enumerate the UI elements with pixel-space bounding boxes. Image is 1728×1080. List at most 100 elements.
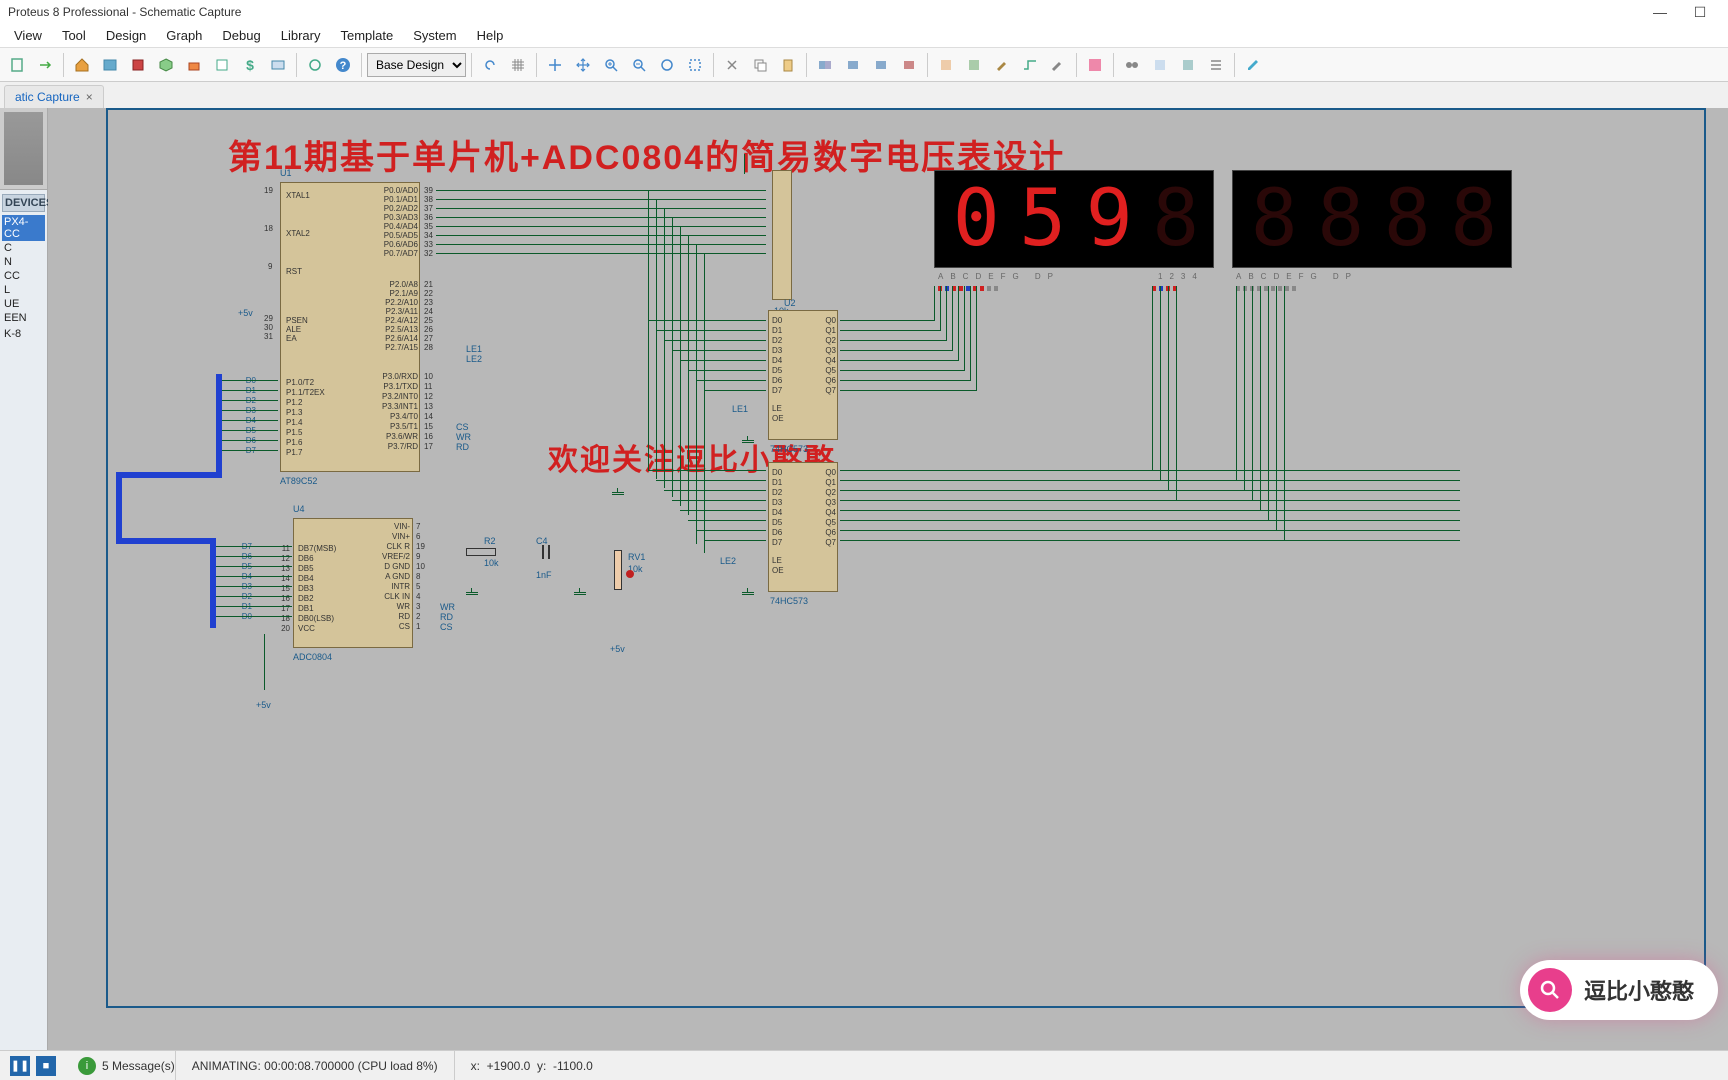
- menu-graph[interactable]: Graph: [156, 28, 212, 43]
- tool-button[interactable]: [1045, 52, 1071, 78]
- undo-button[interactable]: [477, 52, 503, 78]
- device-selected[interactable]: PX4-CC: [2, 215, 45, 241]
- wire: [696, 244, 697, 544]
- schematic-button[interactable]: [97, 52, 123, 78]
- grid-button[interactable]: [505, 52, 531, 78]
- menu-debug[interactable]: Debug: [212, 28, 270, 43]
- zoomin-button[interactable]: [598, 52, 624, 78]
- copy-button[interactable]: [747, 52, 773, 78]
- menu-tool[interactable]: Tool: [52, 28, 96, 43]
- open-button[interactable]: [32, 52, 58, 78]
- dollar-button[interactable]: $: [237, 52, 263, 78]
- wire: [436, 235, 766, 236]
- design-select[interactable]: Base Design: [367, 53, 466, 77]
- pick-button[interactable]: [933, 52, 959, 78]
- wire: [648, 470, 766, 471]
- pwr-5v-2: +5v: [256, 700, 271, 710]
- pin-label: Q4: [824, 356, 836, 366]
- decompose-button[interactable]: [989, 52, 1015, 78]
- home-button[interactable]: [69, 52, 95, 78]
- list-item[interactable]: CC: [2, 269, 45, 283]
- package-button[interactable]: [961, 52, 987, 78]
- device-list[interactable]: DEVICES PX4-CC C N CC L UE EEN K-8: [0, 190, 47, 1050]
- pin-label: P2.7/A15: [378, 343, 418, 352]
- property-button[interactable]: [1147, 52, 1173, 78]
- overview-pane[interactable]: [0, 108, 47, 190]
- wire: [222, 420, 278, 421]
- list-item[interactable]: C: [2, 241, 45, 255]
- wire: [436, 190, 766, 191]
- edit-button[interactable]: [1240, 52, 1266, 78]
- component-c4[interactable]: [542, 545, 550, 559]
- list-item[interactable]: UE: [2, 297, 45, 311]
- menu-design[interactable]: Design: [96, 28, 156, 43]
- display-right[interactable]: 8 8 8 8: [1232, 170, 1512, 268]
- pin-num: 29: [264, 314, 273, 323]
- schematic-canvas[interactable]: 第11期基于单片机+ADC0804的简易数字电压表设计 欢迎关注逗比小憨憨 U1…: [48, 108, 1728, 1050]
- pin-label: D6: [772, 376, 784, 386]
- pin-label: P0.1/AD1: [378, 195, 418, 204]
- align-button[interactable]: [1203, 52, 1229, 78]
- pin-num: 9: [268, 262, 272, 271]
- status-bar: ❚❚ ■ i 5 Message(s) ANIMATING: 00:00:08.…: [0, 1050, 1728, 1080]
- erc-button[interactable]: [1082, 52, 1108, 78]
- bom-button[interactable]: [209, 52, 235, 78]
- binary-button[interactable]: [265, 52, 291, 78]
- menu-template[interactable]: Template: [330, 28, 403, 43]
- stop-button[interactable]: ■: [36, 1056, 56, 1076]
- tab-close-button[interactable]: ×: [86, 90, 93, 104]
- wire: [840, 380, 970, 381]
- list-item[interactable]: L: [2, 283, 45, 297]
- netlist-button[interactable]: [1175, 52, 1201, 78]
- info-icon[interactable]: i: [78, 1057, 96, 1075]
- message-count[interactable]: 5 Message(s): [102, 1059, 175, 1073]
- svg-text:?: ?: [340, 60, 347, 72]
- block-rotate-button[interactable]: [868, 52, 894, 78]
- net-d7: D7: [238, 542, 252, 552]
- pause-button[interactable]: ❚❚: [10, 1056, 30, 1076]
- list-item[interactable]: K-8: [2, 327, 45, 341]
- origin-button[interactable]: [542, 52, 568, 78]
- net-wr: WR: [456, 432, 471, 442]
- block-delete-button[interactable]: [896, 52, 922, 78]
- pin-label: Q2: [824, 336, 836, 346]
- cut-button[interactable]: [719, 52, 745, 78]
- wire: [222, 440, 278, 441]
- block-move-button[interactable]: [840, 52, 866, 78]
- pin-num: 8: [416, 572, 425, 582]
- ground-icon: [612, 488, 624, 498]
- block-copy-button[interactable]: [812, 52, 838, 78]
- pan-button[interactable]: [570, 52, 596, 78]
- zoomout-button[interactable]: [626, 52, 652, 78]
- list-item[interactable]: N: [2, 255, 45, 269]
- zoomarea-button[interactable]: [682, 52, 708, 78]
- pot-wiper[interactable]: [626, 570, 634, 578]
- display-left[interactable]: 0 5 9 8: [934, 170, 1214, 268]
- new-button[interactable]: [4, 52, 30, 78]
- menu-view[interactable]: View: [4, 28, 52, 43]
- menu-system[interactable]: System: [403, 28, 466, 43]
- menu-help[interactable]: Help: [467, 28, 514, 43]
- wire-button[interactable]: [1017, 52, 1043, 78]
- zoomfit-button[interactable]: [654, 52, 680, 78]
- list-item[interactable]: EEN: [2, 311, 45, 325]
- pcb-button[interactable]: [125, 52, 151, 78]
- refresh-button[interactable]: [302, 52, 328, 78]
- minimize-button[interactable]: —: [1640, 4, 1680, 20]
- pin-num: 1: [416, 622, 425, 632]
- component-resnet[interactable]: [772, 170, 792, 300]
- tab-schematic[interactable]: atic Capture ×: [4, 85, 104, 108]
- pin-num: 36: [424, 213, 433, 222]
- pin-label: D5: [772, 518, 784, 528]
- pin-label: P3.5/T1: [376, 422, 418, 432]
- gerber-button[interactable]: [181, 52, 207, 78]
- component-r2[interactable]: [466, 548, 496, 556]
- paste-button[interactable]: [775, 52, 801, 78]
- help-button[interactable]: ?: [330, 52, 356, 78]
- find-button[interactable]: [1119, 52, 1145, 78]
- 3d-button[interactable]: [153, 52, 179, 78]
- maximize-button[interactable]: ☐: [1680, 4, 1720, 21]
- menu-library[interactable]: Library: [271, 28, 331, 43]
- cut-icon: [724, 57, 740, 73]
- component-rv1[interactable]: [614, 550, 622, 590]
